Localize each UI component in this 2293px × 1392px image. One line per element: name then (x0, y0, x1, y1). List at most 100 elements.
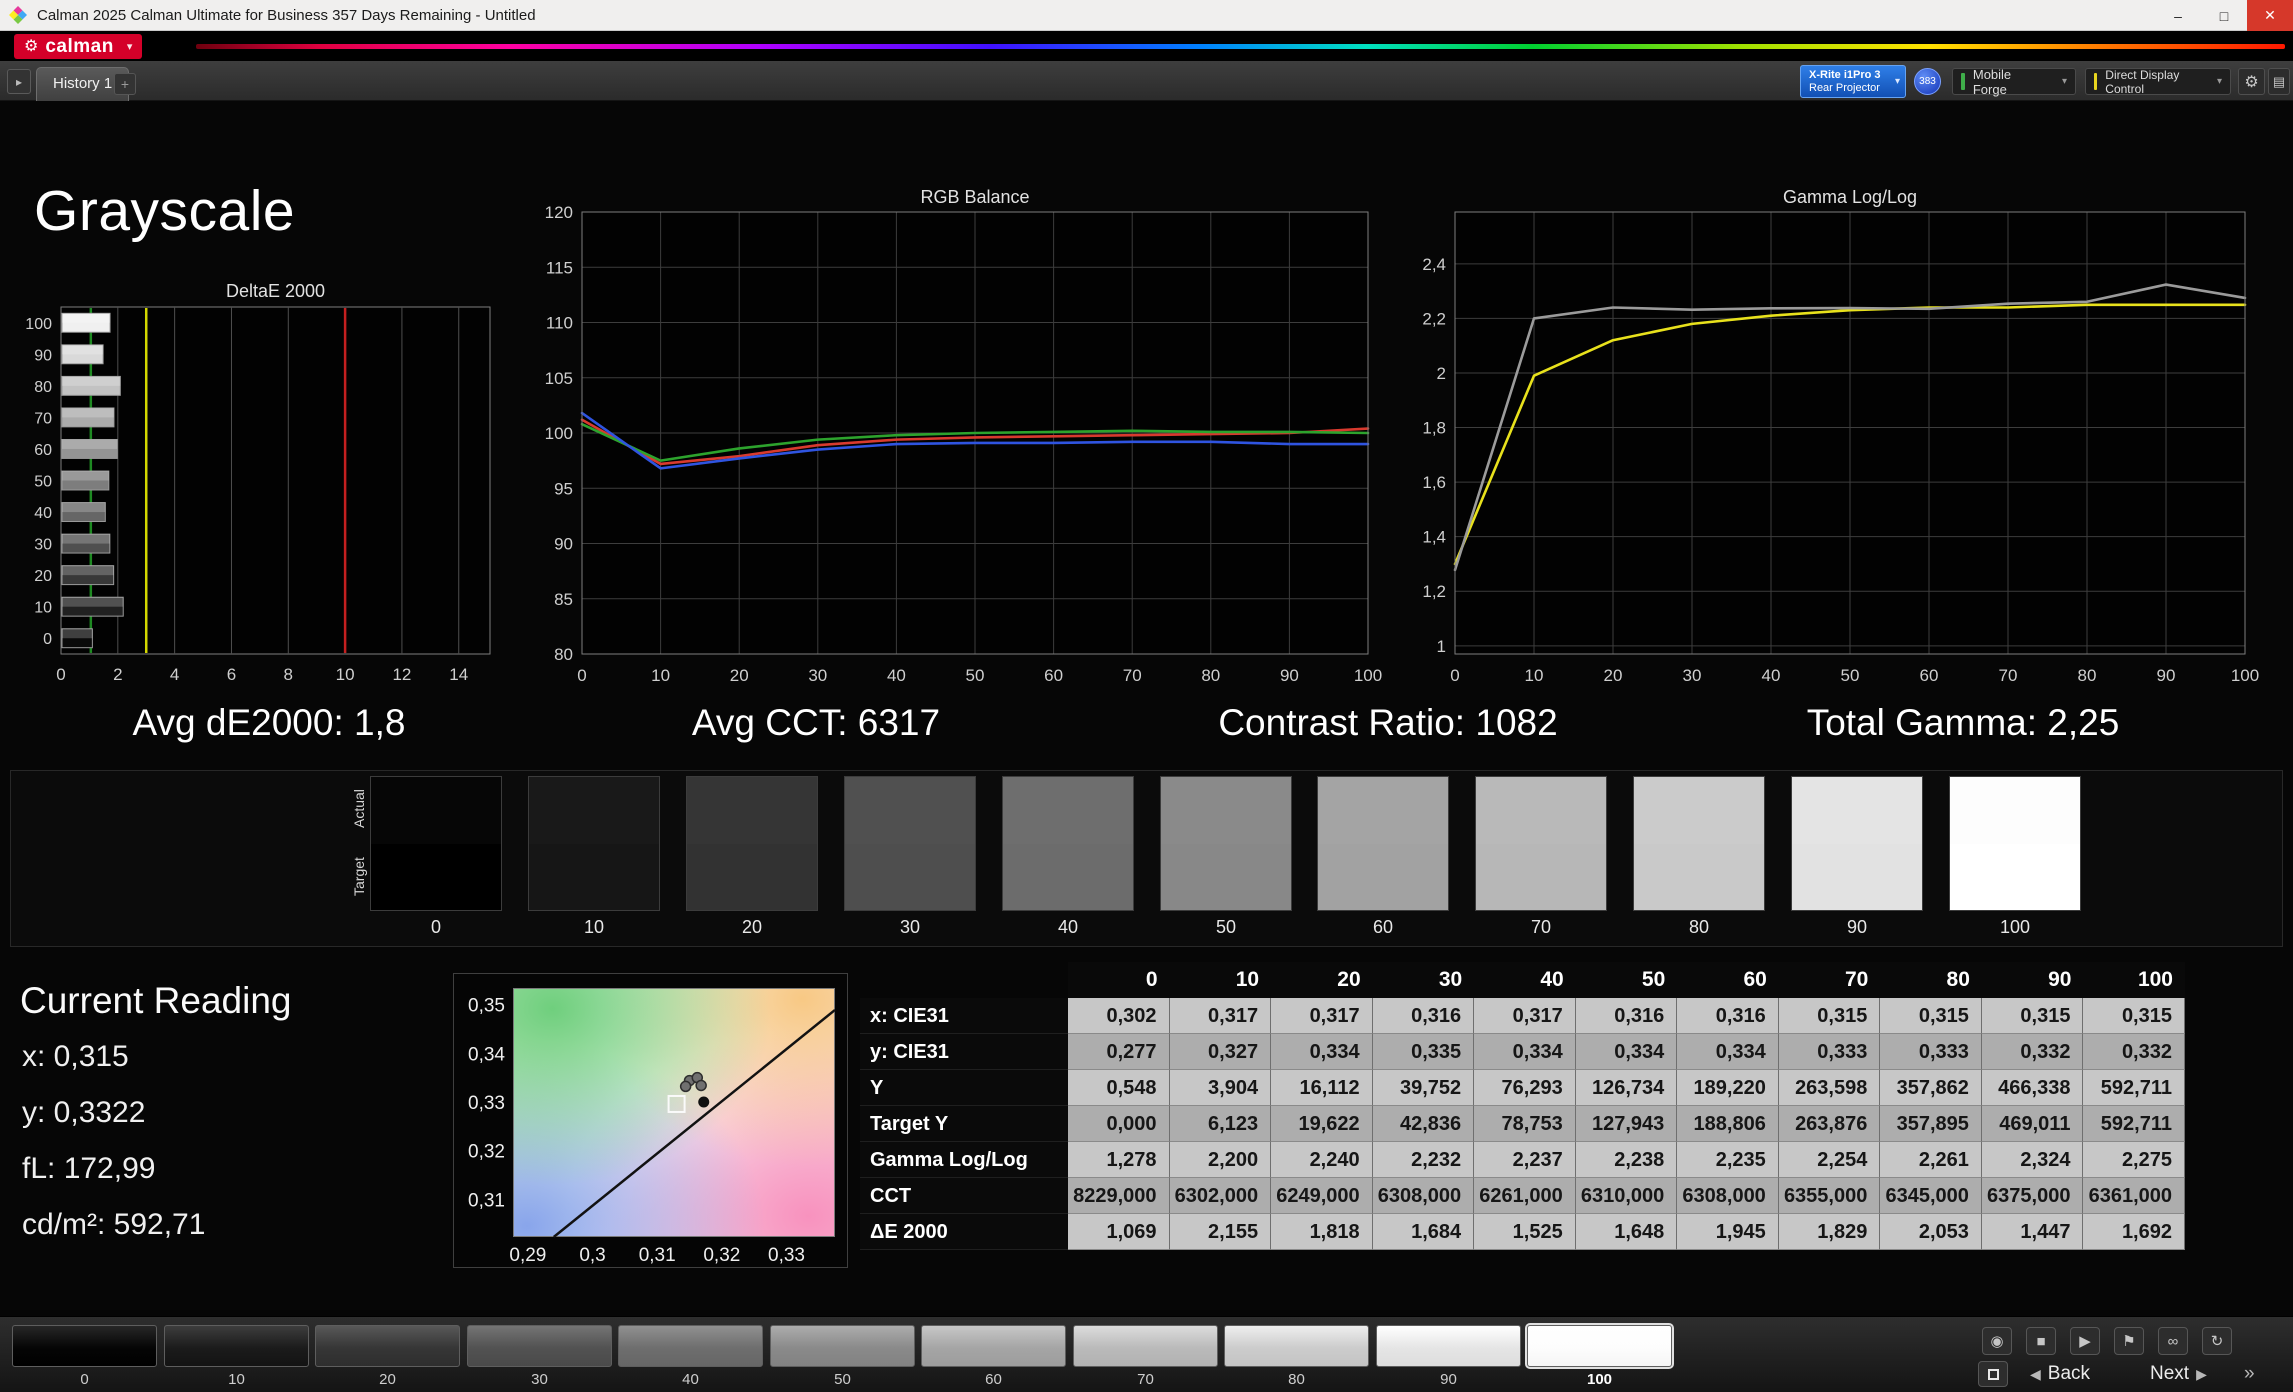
pattern-button-80[interactable] (1224, 1325, 1369, 1367)
meter-selector[interactable]: X-Rite i1Pro 3 Rear Projector ▾ (1800, 65, 1906, 98)
column-header-40: 40 (1474, 962, 1576, 998)
table-cell: 2,238 (1575, 1142, 1678, 1178)
table-cell: 592,711 (2083, 1106, 2185, 1142)
stop-icon[interactable]: ■ (2026, 1327, 2056, 1355)
back-icon: ◀ (2030, 1365, 2041, 1382)
grayscale-swatch-0 (370, 776, 502, 911)
pattern-button-70[interactable] (1073, 1325, 1218, 1367)
layout-panel-button[interactable]: ▤ (2268, 68, 2290, 95)
table-cell: 2,200 (1169, 1142, 1272, 1178)
table-cell: 6308,000 (1677, 1178, 1779, 1214)
svg-text:0: 0 (56, 665, 65, 684)
svg-text:8: 8 (284, 665, 293, 684)
measurement-table: 0 10 20 30 40 50 60 70 80 90 100 x: CIE31 0,302 0,317… (860, 962, 2185, 1250)
table-cell: 2,237 (1474, 1142, 1576, 1178)
display-control-selector[interactable]: Direct Display Control ▾ (2085, 67, 2231, 96)
gamma-chart: Gamma Log/Log 1 1,2 1,4 1,6 1,8 2 2,2 2,4 0 10 20 3… (1395, 185, 2275, 695)
svg-text:0,3: 0,3 (579, 1245, 605, 1266)
table-cell: 189,220 (1677, 1070, 1779, 1106)
gear-icon: ⚙ (2244, 73, 2259, 91)
next-button[interactable]: Next ▶ (2150, 1361, 2207, 1387)
pattern-button-10[interactable] (164, 1325, 309, 1367)
capture-icon[interactable]: ◉ (1982, 1327, 2012, 1355)
svg-text:1,4: 1,4 (1422, 528, 1446, 547)
skip-button[interactable]: » (2244, 1361, 2255, 1387)
pattern-button-30[interactable] (467, 1325, 612, 1367)
pattern-button-50[interactable] (770, 1325, 915, 1367)
table-cell: 0,333 (1778, 1034, 1881, 1070)
pattern-button-100[interactable] (1525, 1323, 1674, 1369)
table-cell: 2,232 (1372, 1142, 1475, 1178)
table-corner (860, 962, 1068, 998)
svg-text:0,33: 0,33 (768, 1245, 805, 1266)
pattern-button-0[interactable] (12, 1325, 157, 1367)
column-header-10: 10 (1169, 962, 1272, 998)
column-header-20: 20 (1271, 962, 1373, 998)
table-cell: 188,806 (1677, 1106, 1779, 1142)
next-label: Next (2150, 1363, 2190, 1384)
blank-pattern-button[interactable] (1978, 1361, 2008, 1387)
table-cell: 0,302 (1068, 998, 1170, 1034)
history-panel-toggle[interactable]: ▸ (7, 69, 31, 94)
table-cell: 2,254 (1778, 1142, 1881, 1178)
svg-text:30: 30 (1683, 666, 1702, 685)
svg-text:100: 100 (25, 316, 52, 333)
maximize-button[interactable]: □ (2201, 0, 2247, 31)
avg-de2000-summary: Avg dE2000: 1,8 (132, 702, 406, 743)
deltae-chart-canvas: 0 2 4 6 8 10 12 141009080706050403020100 (25, 306, 491, 684)
display-control-label: Direct Display Control (2105, 67, 2180, 96)
table-cell: 0,334 (1271, 1034, 1373, 1070)
svg-text:0,31: 0,31 (639, 1245, 676, 1266)
table-cell: 0,277 (1068, 1034, 1170, 1070)
grayscale-swatch-20 (686, 776, 818, 911)
app-icon (9, 6, 27, 24)
table-cell: 2,275 (2083, 1142, 2185, 1178)
close-button[interactable]: ✕ (2247, 0, 2293, 31)
svg-text:30: 30 (808, 666, 827, 685)
column-header-60: 60 (1677, 962, 1779, 998)
table-cell: 0,315 (1778, 998, 1881, 1034)
swatch-label: 20 (741, 917, 763, 937)
pattern-button-label: 100 (1586, 1371, 1613, 1388)
play-icon[interactable]: ▶ (2070, 1327, 2100, 1355)
svg-text:90: 90 (554, 535, 573, 554)
pattern-button-90[interactable] (1376, 1325, 1521, 1367)
svg-text:100: 100 (545, 424, 573, 443)
grayscale-swatch-70 (1475, 776, 1607, 911)
svg-text:20: 20 (1604, 666, 1623, 685)
pattern-button-40[interactable] (618, 1325, 763, 1367)
back-button[interactable]: ◀ Back (2030, 1361, 2090, 1387)
svg-text:0: 0 (577, 666, 586, 685)
tab-bar: ▸ History 1 + X-Rite i1Pro 3 Rear Projec… (0, 61, 2293, 101)
swatch-label: 90 (1846, 917, 1868, 937)
grayscale-swatch-50 (1160, 776, 1292, 911)
pattern-button-label: 10 (228, 1371, 245, 1388)
svg-text:1,8: 1,8 (1422, 419, 1446, 438)
settings-button[interactable]: ⚙ (2238, 68, 2265, 95)
add-tab-button[interactable]: + (114, 73, 136, 95)
swatch-actual (1634, 777, 1764, 844)
swatch-label: 10 (583, 917, 605, 937)
pattern-button-60[interactable] (921, 1325, 1066, 1367)
reading-fl: fL: 172,99 (22, 1152, 156, 1185)
swatch-actual (687, 777, 817, 844)
minimize-button[interactable]: – (2155, 0, 2201, 31)
calman-logo[interactable]: ⚙ calman ▾ (14, 34, 143, 59)
table-cell: 6361,000 (2083, 1178, 2185, 1214)
loop-icon[interactable]: ∞ (2158, 1327, 2188, 1355)
table-cell: 1,692 (2083, 1214, 2185, 1250)
pattern-button-20[interactable] (315, 1325, 460, 1367)
refresh-icon[interactable]: ↻ (2202, 1327, 2232, 1355)
swatch-target (1792, 843, 1922, 910)
grayscale-swatch-90 (1791, 776, 1923, 911)
table-cell: 592,711 (2083, 1070, 2185, 1106)
swatch-actual (529, 777, 659, 844)
flag-icon[interactable]: ⚑ (2114, 1327, 2144, 1355)
table-cell: 0,317 (1271, 998, 1373, 1034)
swatch-actual (845, 777, 975, 844)
column-header-100: 100 (2083, 962, 2185, 998)
source-selector[interactable]: Mobile Forge ▾ (1952, 67, 2076, 97)
svg-text:80: 80 (554, 645, 573, 664)
svg-text:80: 80 (1201, 666, 1220, 685)
svg-text:10: 10 (651, 666, 670, 685)
